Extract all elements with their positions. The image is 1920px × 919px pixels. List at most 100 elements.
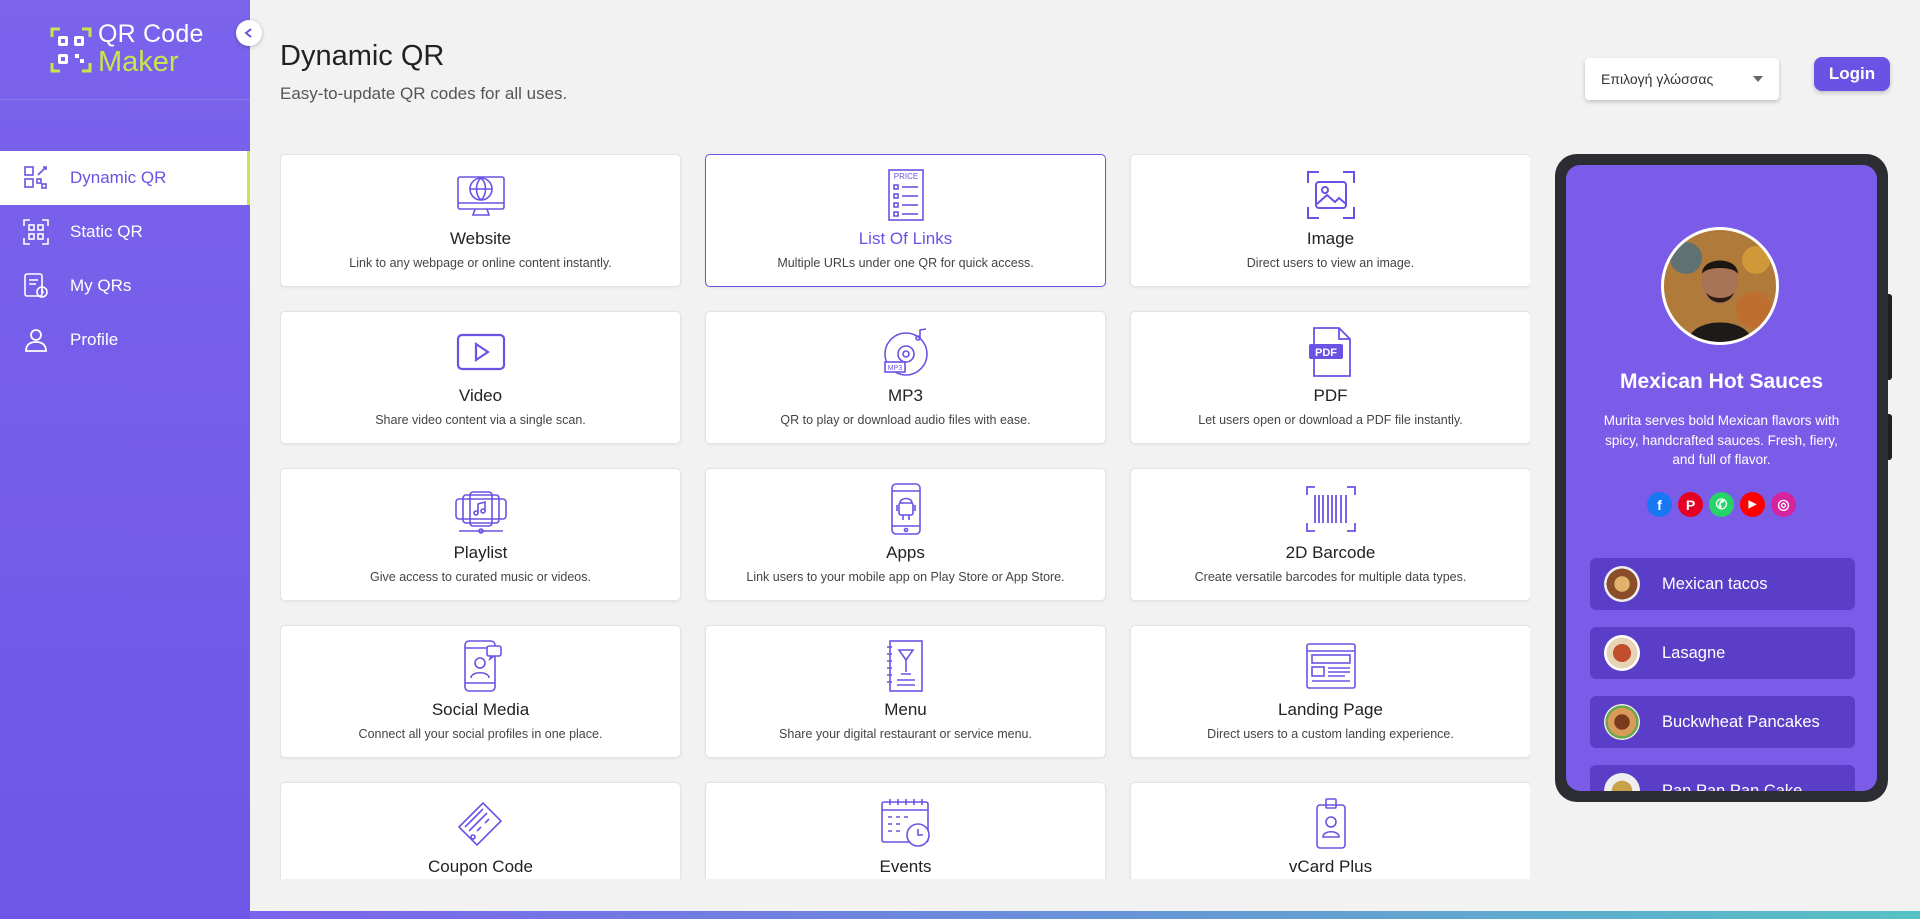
- dynamic-qr-icon: [24, 166, 47, 189]
- events-icon: [880, 799, 930, 847]
- pdf-icon: PDF: [1308, 327, 1351, 377]
- person-photo-icon: [1664, 230, 1776, 342]
- avatar: [1661, 227, 1779, 345]
- website-icon: [456, 176, 505, 216]
- page-title: Dynamic QR: [280, 40, 445, 72]
- whatsapp-icon[interactable]: ✆: [1709, 492, 1734, 517]
- card-title: Social Media: [431, 700, 530, 719]
- coupon-icon: [457, 801, 502, 847]
- svg-text:MP3: MP3: [887, 365, 902, 372]
- preview-link-label: Mexican tacos: [1662, 574, 1768, 593]
- card-description: Create versatile barcodes for multiple d…: [1194, 570, 1467, 584]
- card-title: Website: [449, 229, 512, 248]
- card-social-media[interactable]: Social Media Connect all your social pro…: [280, 625, 681, 758]
- card-playlist[interactable]: Playlist Give access to curated music or…: [280, 468, 681, 601]
- card-title: List Of Links: [858, 229, 953, 248]
- card-events[interactable]: Events: [705, 782, 1106, 879]
- sidebar-item-label: My QRs: [70, 276, 132, 295]
- card-landing-page[interactable]: Landing Page Direct users to a custom la…: [1130, 625, 1530, 758]
- card-description: Connect all your social profiles in one …: [358, 727, 603, 741]
- mp3-icon: MP3: [883, 328, 928, 376]
- page-subtitle: Easy-to-update QR codes for all uses.: [280, 84, 568, 103]
- qr-logo-icon: [50, 27, 92, 72]
- card-description: Link users to your mobile app on Play St…: [746, 570, 1065, 584]
- card-title: MP3: [888, 386, 923, 405]
- static-qr-icon: [23, 219, 49, 245]
- card-description: Direct users to a custom landing experie…: [1207, 727, 1454, 741]
- food-thumbnail: [1604, 704, 1640, 740]
- sidebar-item-dynamic-qr[interactable]: Dynamic QR: [0, 151, 250, 205]
- phone-side-button: [1888, 414, 1892, 460]
- card-title: Coupon Code: [428, 857, 533, 876]
- sidebar-item-my-qrs[interactable]: My QRs: [0, 259, 250, 313]
- preview-link-item[interactable]: Lasagne: [1590, 627, 1855, 679]
- card-title: PDF: [1313, 386, 1348, 405]
- preview-link-list: Mexican tacos Lasagne Buckwheat Pancakes…: [1590, 558, 1855, 791]
- preview-description: Murita serves bold Mexican flavors with …: [1603, 413, 1840, 467]
- login-button[interactable]: Login: [1814, 57, 1890, 91]
- preview-link-item[interactable]: Buckwheat Pancakes: [1590, 696, 1855, 748]
- video-icon: [456, 333, 505, 371]
- landing-page-icon: [1305, 643, 1356, 689]
- image-icon: [1306, 171, 1355, 219]
- phone-side-button: [1888, 294, 1892, 380]
- card-mp3[interactable]: MP3 MP3 QR to play or download audio fil…: [705, 311, 1106, 444]
- card-description: Let users open or download a PDF file in…: [1198, 413, 1463, 427]
- card-apps[interactable]: Apps Link users to your mobile app on Pl…: [705, 468, 1106, 601]
- app-logo[interactable]: QR Code Maker: [50, 22, 204, 77]
- preview-link-label: Buckwheat Pancakes: [1662, 712, 1820, 731]
- sidebar-item-label: Static QR: [70, 222, 143, 241]
- preview-link-item[interactable]: Pan Pan Pan Cake: [1590, 765, 1855, 791]
- card-description: Direct users to view an image.: [1246, 256, 1415, 270]
- social-media-icon: [463, 640, 502, 692]
- pinterest-icon[interactable]: P: [1678, 492, 1703, 517]
- card-title: Playlist: [453, 543, 508, 562]
- sidebar-item-label: Profile: [70, 330, 119, 349]
- svg-text:PDF: PDF: [1315, 347, 1337, 359]
- caret-down-icon: [1753, 76, 1763, 82]
- svg-text:PRICE: PRICE: [893, 172, 917, 181]
- preview-link-label: Lasagne: [1662, 643, 1726, 662]
- card-image[interactable]: Image Direct users to view an image.: [1130, 154, 1530, 287]
- qr-type-grid: Website Link to any webpage or online co…: [280, 154, 1530, 879]
- social-links: f P ✆ ▶ ◎: [1566, 492, 1877, 517]
- card-video[interactable]: Video Share video content via a single s…: [280, 311, 681, 444]
- preview-link-item[interactable]: Mexican tacos: [1590, 558, 1855, 610]
- card-title: Menu: [884, 700, 927, 719]
- my-qrs-icon: [24, 273, 48, 298]
- sidebar: QR Code Maker Dynamic QR Static QR My QR…: [0, 0, 250, 919]
- food-thumbnail: [1604, 773, 1640, 791]
- card-menu[interactable]: Menu Share your digital restaurant or se…: [705, 625, 1106, 758]
- sidebar-item-label: Dynamic QR: [70, 168, 167, 187]
- playlist-icon: [454, 491, 507, 534]
- card-2d-barcode[interactable]: 2D Barcode Create versatile barcodes for…: [1130, 468, 1530, 601]
- card-pdf[interactable]: PDF PDF Let users open or download a PDF…: [1130, 311, 1530, 444]
- facebook-icon[interactable]: f: [1647, 492, 1672, 517]
- card-description: QR to play or download audio files with …: [780, 413, 1031, 427]
- card-title: Landing Page: [1278, 700, 1383, 719]
- card-title: Apps: [886, 543, 925, 562]
- instagram-icon[interactable]: ◎: [1771, 492, 1796, 517]
- apps-icon: [890, 483, 921, 535]
- bottom-gradient-bar: [250, 911, 1920, 919]
- profile-icon: [25, 329, 47, 352]
- card-coupon-code[interactable]: Coupon Code: [280, 782, 681, 879]
- sidebar-item-static-qr[interactable]: Static QR: [0, 205, 250, 259]
- language-select-value: Επιλογή γλώσσας: [1601, 71, 1714, 87]
- sidebar-item-profile[interactable]: Profile: [0, 313, 250, 367]
- sidebar-collapse-button[interactable]: [236, 20, 262, 46]
- youtube-icon[interactable]: ▶: [1740, 492, 1765, 517]
- card-website[interactable]: Website Link to any webpage or online co…: [280, 154, 681, 287]
- phone-preview: Mexican Hot Sauces Murita serves bold Me…: [1555, 154, 1892, 802]
- card-description: Multiple URLs under one QR for quick acc…: [777, 256, 1034, 270]
- logo-text-line1: QR Code: [98, 20, 204, 48]
- menu-icon: [886, 640, 923, 692]
- list-of-links-icon: PRICE: [887, 169, 924, 221]
- card-list-of-links[interactable]: PRICE List Of Links Multiple URLs under …: [705, 154, 1106, 287]
- food-thumbnail: [1604, 566, 1640, 602]
- card-vcard-plus[interactable]: vCard Plus: [1130, 782, 1530, 879]
- sidebar-divider: [0, 99, 250, 100]
- phone-screen: Mexican Hot Sauces Murita serves bold Me…: [1566, 165, 1877, 791]
- preview-link-label: Pan Pan Pan Cake: [1662, 781, 1803, 792]
- language-select[interactable]: Επιλογή γλώσσας: [1585, 58, 1779, 100]
